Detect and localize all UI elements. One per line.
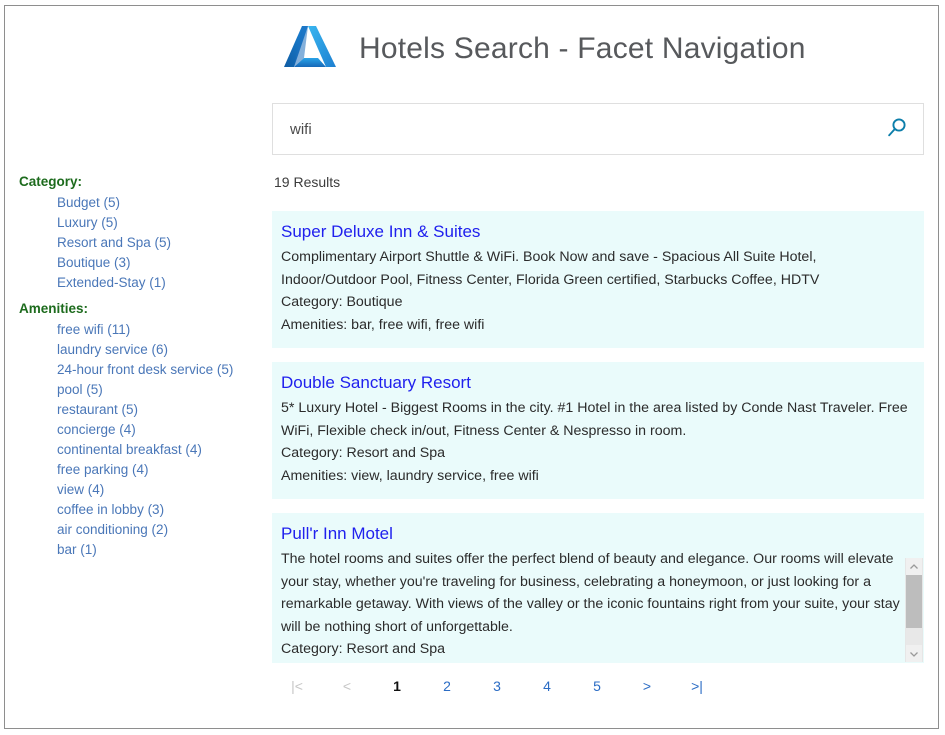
page-next-button[interactable]: > bbox=[622, 678, 672, 694]
result-title[interactable]: Double Sanctuary Resort bbox=[281, 371, 471, 395]
chevron-down-icon bbox=[909, 645, 919, 663]
app-window: Hotels Search - Facet Navigation 19 Resu… bbox=[4, 5, 939, 729]
facet-item[interactable]: continental breakfast (4) bbox=[57, 440, 268, 460]
facet-group-amenities: Amenities: free wifi (11) laundry servic… bbox=[5, 301, 268, 560]
facet-header-category: Category: bbox=[19, 174, 268, 189]
search-input[interactable] bbox=[273, 104, 871, 154]
facet-item[interactable]: Extended-Stay (1) bbox=[57, 273, 268, 293]
page-prev-button[interactable]: < bbox=[322, 678, 372, 694]
page-first-button[interactable]: |< bbox=[272, 678, 322, 694]
facet-list-amenities: free wifi (11) laundry service (6) 24-ho… bbox=[5, 320, 268, 560]
result-card[interactable]: Super Deluxe Inn & Suites Complimentary … bbox=[272, 211, 924, 348]
result-title[interactable]: Pull'r Inn Motel bbox=[281, 522, 393, 546]
pagination: |< < 1 2 3 4 5 > >| bbox=[268, 678, 928, 694]
page-number-4[interactable]: 4 bbox=[522, 678, 572, 694]
results-list[interactable]: Super Deluxe Inn & Suites Complimentary … bbox=[272, 211, 924, 663]
facet-item[interactable]: pool (5) bbox=[57, 380, 268, 400]
facet-item[interactable]: free parking (4) bbox=[57, 460, 268, 480]
page-number-3[interactable]: 3 bbox=[472, 678, 522, 694]
result-card[interactable]: Pull'r Inn Motel The hotel rooms and sui… bbox=[272, 513, 924, 663]
scrollbar-thumb[interactable] bbox=[906, 575, 922, 628]
scrollbar-down-button[interactable] bbox=[906, 645, 922, 662]
facet-group-category: Category: Budget (5) Luxury (5) Resort a… bbox=[5, 174, 268, 293]
facet-item[interactable]: bar (1) bbox=[57, 540, 268, 560]
facet-list-category: Budget (5) Luxury (5) Resort and Spa (5)… bbox=[5, 193, 268, 293]
search-icon bbox=[886, 117, 908, 142]
facet-item[interactable]: Boutique (3) bbox=[57, 253, 268, 273]
result-amenities: Amenities: free wifi, view, pool bbox=[281, 661, 910, 664]
facet-item[interactable]: free wifi (11) bbox=[57, 320, 268, 340]
facet-navigation: Category: Budget (5) Luxury (5) Resort a… bbox=[5, 174, 268, 568]
chevron-up-icon bbox=[909, 558, 919, 576]
results-count: 19 Results bbox=[274, 174, 340, 190]
search-box bbox=[272, 103, 924, 155]
page-number-2[interactable]: 2 bbox=[422, 678, 472, 694]
page-header: Hotels Search - Facet Navigation bbox=[268, 6, 928, 92]
facet-item[interactable]: Resort and Spa (5) bbox=[57, 233, 268, 253]
result-category: Category: Resort and Spa bbox=[281, 442, 910, 465]
azure-logo-icon bbox=[282, 20, 340, 78]
scrollbar-up-button[interactable] bbox=[906, 558, 922, 575]
facet-item[interactable]: 24-hour front desk service (5) bbox=[57, 360, 268, 380]
page-number-5[interactable]: 5 bbox=[572, 678, 622, 694]
facet-item[interactable]: view (4) bbox=[57, 480, 268, 500]
result-amenities: Amenities: bar, free wifi, free wifi bbox=[281, 314, 910, 337]
facet-header-amenities: Amenities: bbox=[19, 301, 268, 316]
result-description: 5* Luxury Hotel - Biggest Rooms in the c… bbox=[281, 397, 910, 442]
facet-item[interactable]: concierge (4) bbox=[57, 420, 268, 440]
results-scrollbar[interactable] bbox=[905, 558, 923, 662]
facet-item[interactable]: restaurant (5) bbox=[57, 400, 268, 420]
result-card[interactable]: Double Sanctuary Resort 5* Luxury Hotel … bbox=[272, 362, 924, 499]
page-last-button[interactable]: >| bbox=[672, 678, 722, 694]
page-title: Hotels Search - Facet Navigation bbox=[359, 32, 806, 66]
facet-item[interactable]: Luxury (5) bbox=[57, 213, 268, 233]
result-title[interactable]: Super Deluxe Inn & Suites bbox=[281, 220, 480, 244]
result-category: Category: Boutique bbox=[281, 291, 910, 314]
result-description: Complimentary Airport Shuttle & WiFi. Bo… bbox=[281, 246, 910, 291]
result-description: The hotel rooms and suites offer the per… bbox=[281, 548, 910, 638]
facet-item[interactable]: coffee in lobby (3) bbox=[57, 500, 268, 520]
facet-item[interactable]: Budget (5) bbox=[57, 193, 268, 213]
facet-item[interactable]: air conditioning (2) bbox=[57, 520, 268, 540]
result-category: Category: Resort and Spa bbox=[281, 638, 910, 661]
page-number-1[interactable]: 1 bbox=[372, 678, 422, 694]
result-amenities: Amenities: view, laundry service, free w… bbox=[281, 465, 910, 488]
search-button[interactable] bbox=[871, 104, 923, 154]
facet-item[interactable]: laundry service (6) bbox=[57, 340, 268, 360]
